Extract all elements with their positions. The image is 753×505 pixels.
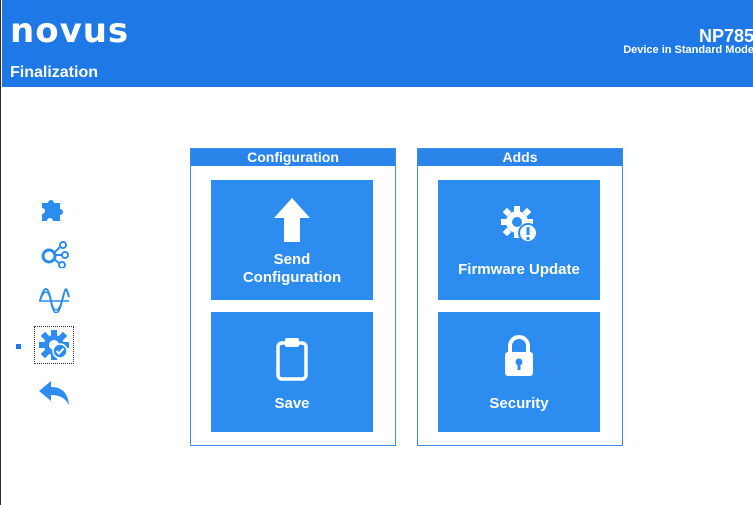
back-arrow-icon <box>39 381 69 405</box>
plugin-icon <box>42 200 63 221</box>
security-button[interactable]: Security <box>438 312 600 432</box>
firmware-update-button[interactable]: Firmware Update <box>438 180 600 300</box>
configuration-group: Configuration Send Configuration Save <box>190 148 396 446</box>
adds-title: Adds <box>418 149 622 166</box>
app-window: novus Finalization NP785 Device in Stand… <box>0 0 753 505</box>
signal-icon <box>39 288 70 313</box>
security-label: Security <box>489 395 549 412</box>
active-indicator <box>16 344 21 349</box>
nav-back[interactable] <box>35 375 73 411</box>
novus-logo: novus <box>10 11 140 53</box>
page-title: Finalization <box>10 64 98 81</box>
app-header: novus Finalization NP785 Device in Stand… <box>2 0 753 87</box>
svg-text:novus: novus <box>10 16 129 48</box>
firmware-label: Firmware Update <box>458 261 580 278</box>
send-configuration-button[interactable]: Send Configuration <box>211 180 373 300</box>
configuration-title: Configuration <box>191 149 395 166</box>
adds-group: Adds Firmware Update Security <box>417 148 623 446</box>
device-mode: Device in Standard Mode <box>623 44 753 56</box>
nav-plugin[interactable] <box>35 190 73 226</box>
connections-icon <box>41 241 69 268</box>
nav-connections[interactable] <box>35 235 73 271</box>
lock-icon <box>505 335 533 376</box>
send-label-line1: Send <box>273 251 311 268</box>
upload-arrow-icon <box>274 198 310 242</box>
send-label-line2: Configuration <box>242 269 342 286</box>
save-button[interactable]: Save <box>211 312 373 432</box>
gear-check-icon <box>39 330 69 360</box>
nav-signal[interactable] <box>35 280 73 316</box>
clipboard-icon <box>276 338 308 381</box>
save-label: Save <box>274 395 310 412</box>
nav-finalization[interactable] <box>34 326 74 364</box>
gear-alert-icon <box>501 206 538 243</box>
